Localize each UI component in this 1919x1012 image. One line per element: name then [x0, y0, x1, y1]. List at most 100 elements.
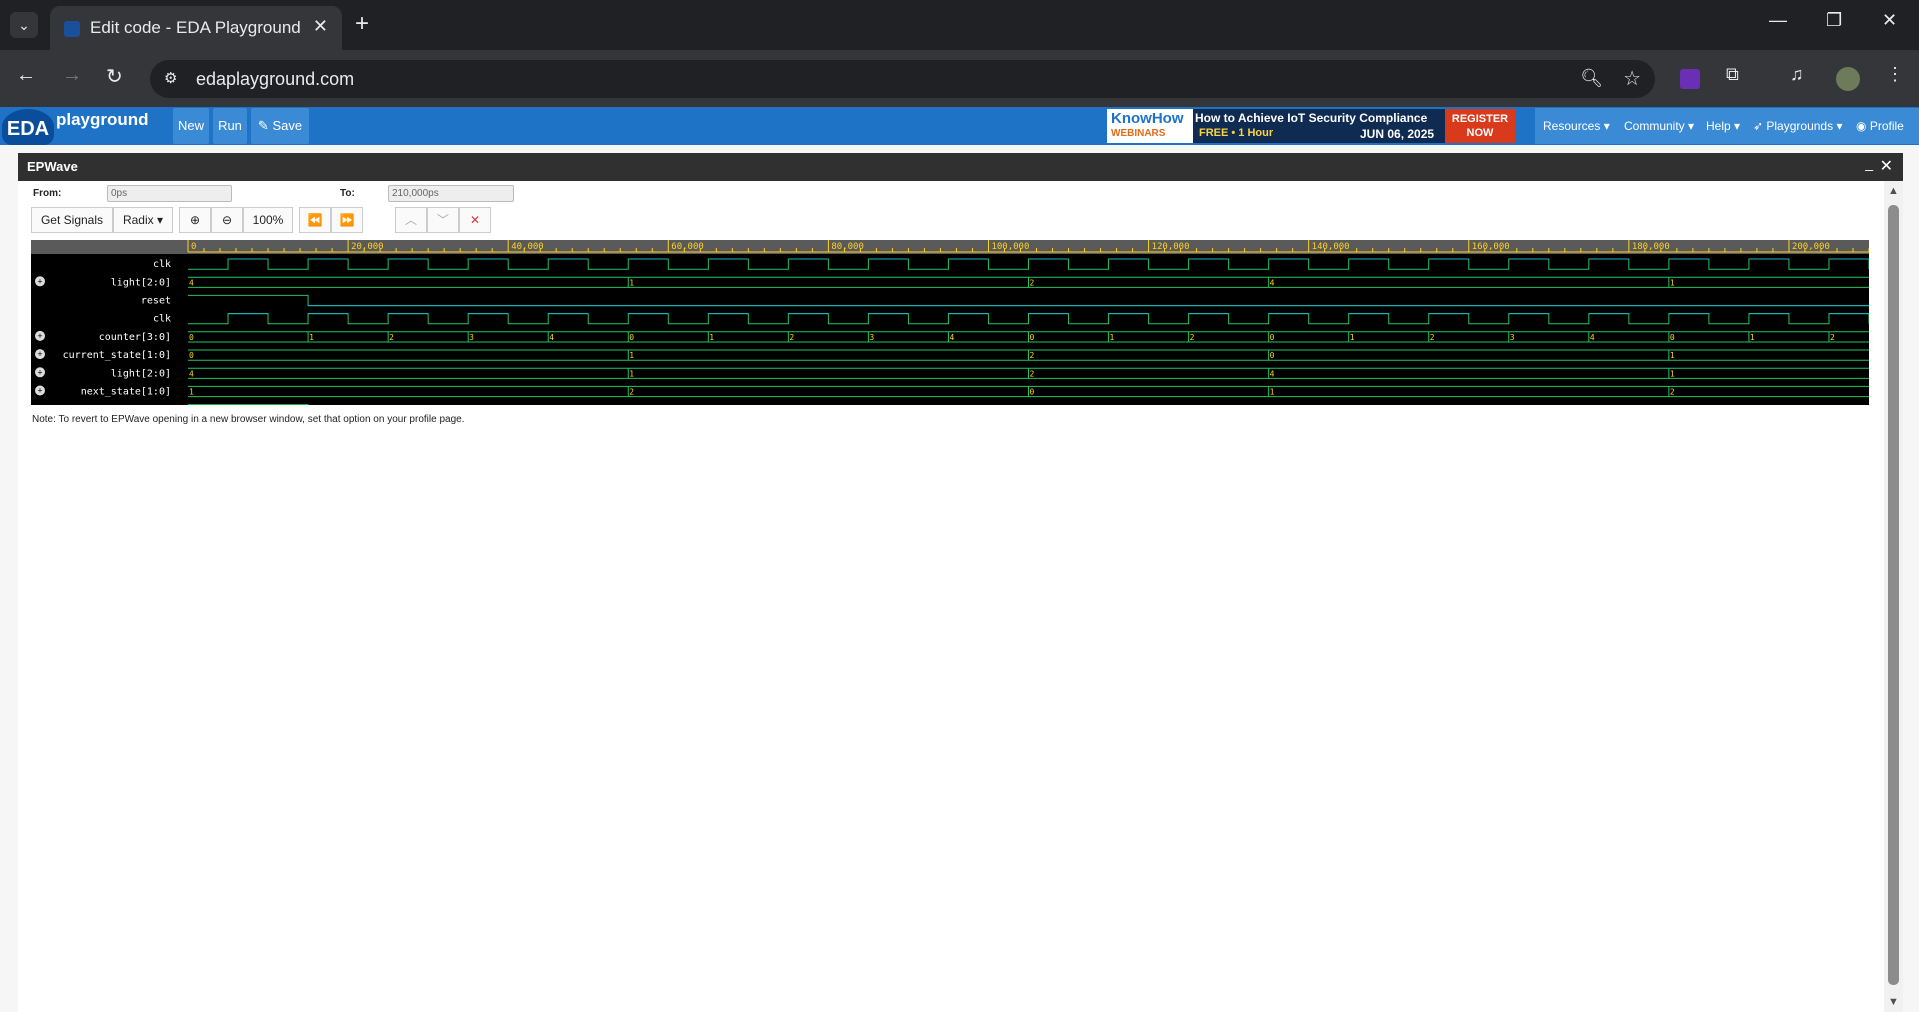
minimize-modal-icon[interactable]: _	[1865, 155, 1873, 171]
close-modal-icon[interactable]: ✕	[1880, 156, 1893, 176]
scroll-down-icon[interactable]: ▼	[1888, 996, 1899, 1008]
tab-search-chevron-icon[interactable]: ⌄	[10, 12, 38, 38]
move-signal-up-icon[interactable]: ︿	[395, 207, 427, 233]
bus-value-label: 1	[1270, 388, 1275, 397]
ad-register-button[interactable]: REGISTER NOW	[1445, 109, 1515, 143]
expand-plus-glyph: +	[37, 349, 42, 359]
bus-value-label: 1	[709, 333, 714, 342]
community-label: Community	[1624, 119, 1685, 133]
bus-value-label: 4	[189, 369, 194, 378]
extension-purple-icon[interactable]	[1680, 69, 1700, 89]
jump-start-icon[interactable]: ⏪	[299, 207, 331, 233]
bus-value-label: 0	[629, 333, 634, 342]
eda-logo[interactable]: EDA	[2, 109, 54, 145]
waveform-viewer[interactable]: 0 20,000 40,000 60,000 80,000 100,000 120,000 1…	[31, 240, 1869, 405]
url-text[interactable]: edaplayground.com	[196, 69, 354, 90]
bus-value-label: 4	[949, 333, 954, 342]
zoom-magnifier-icon[interactable]: 🔍︎	[1580, 68, 1603, 89]
eda-logo-text[interactable]: playground	[56, 110, 149, 130]
forward-arrow-icon[interactable]: →	[62, 64, 82, 87]
new-tab-plus-icon[interactable]: +	[355, 10, 369, 38]
signal-name: reset	[141, 296, 171, 307]
bus-value-label: 3	[1510, 333, 1515, 342]
zoom-out-icon[interactable]: ⊖	[211, 207, 243, 233]
profile-avatar[interactable]	[1836, 67, 1860, 91]
bus-value-label: 2	[1670, 388, 1675, 397]
bus-value-label: 1	[1670, 369, 1675, 378]
modal-scrollbar[interactable]: ▲ ▼	[1884, 181, 1903, 1012]
extensions-puzzle-icon[interactable]: ⧉	[1726, 64, 1739, 85]
ruler-label: 120,000	[1152, 242, 1190, 252]
community-menu[interactable]: Community ▾	[1616, 108, 1703, 144]
ad-brand-name: KnowHow	[1111, 110, 1184, 127]
site-info-icon[interactable]: ⚙	[164, 69, 177, 87]
address-bar[interactable]: ⚙ edaplayground.com 🔍︎ ☆	[150, 60, 1655, 98]
bus-value-label: 2	[1430, 333, 1435, 342]
tab-favicon-icon	[64, 21, 80, 37]
resources-menu[interactable]: Resources ▾	[1535, 108, 1618, 144]
bus-value-label: 0	[1030, 333, 1035, 342]
move-signal-down-icon[interactable]: ﹀	[427, 207, 459, 233]
bookmark-star-icon[interactable]: ☆	[1623, 66, 1641, 91]
browser-tab[interactable]: Edit code - EDA Playground ✕	[50, 6, 342, 50]
bus-value-label: 0	[1670, 333, 1675, 342]
bus-value-label: 1	[1110, 333, 1115, 342]
browser-menu-kebab-icon[interactable]: ⋮	[1886, 64, 1904, 85]
signal-name: clk	[153, 259, 171, 270]
bus-value-label: 1	[1350, 333, 1355, 342]
save-label: Save	[272, 118, 303, 133]
radix-dropdown[interactable]: Radix ▾	[113, 207, 173, 233]
bus-value-label: 2	[1830, 333, 1835, 342]
bus-value-label: 1	[1670, 278, 1675, 287]
ruler-label: 100,000	[991, 242, 1029, 252]
zoom-level[interactable]: 100%	[243, 207, 293, 233]
ruler-label: 160,000	[1472, 242, 1510, 252]
ruler-label: 140,000	[1312, 242, 1350, 252]
scroll-thumb[interactable]	[1888, 205, 1899, 985]
epwave-note: Note: To revert to EPWave opening in a n…	[32, 414, 465, 425]
bus-value-label: 2	[389, 333, 394, 342]
bus-value-label: 4	[549, 333, 554, 342]
media-queue-icon[interactable]: ♫	[1790, 64, 1804, 85]
signal-name: next_state[1:0]	[81, 387, 171, 398]
from-input[interactable]: 0ps	[107, 185, 232, 202]
bus-value-label: 1	[629, 351, 634, 360]
clock-wave	[188, 313, 1869, 325]
bus-value-label: 3	[869, 333, 874, 342]
bus-value-label: 0	[1030, 388, 1035, 397]
profile-menu[interactable]: ◉ Profile ▾	[1848, 108, 1919, 169]
zoom-in-icon[interactable]: ⊕	[179, 207, 211, 233]
ruler-label: 0	[191, 242, 196, 252]
from-label: From:	[33, 188, 62, 199]
minimize-window-icon[interactable]: —	[1769, 10, 1787, 31]
bus-value-label: 2	[1030, 369, 1035, 378]
signal-name: light[2:0]	[111, 368, 171, 379]
jump-end-icon[interactable]: ⏩	[331, 207, 363, 233]
back-arrow-icon[interactable]: ←	[16, 64, 36, 87]
knowhow-ad-banner[interactable]: KnowHow WEBINARS How to Achieve IoT Secur…	[1107, 109, 1515, 143]
bus-value-label: 1	[1750, 333, 1755, 342]
to-input[interactable]: 210,000ps	[388, 185, 514, 202]
ad-brand-sub: WEBINARS	[1111, 128, 1166, 139]
ruler-label: 200,000	[1792, 242, 1830, 252]
restore-window-icon[interactable]: ❐	[1826, 10, 1842, 31]
playgrounds-menu[interactable]: ➶ Playgrounds ▾	[1745, 108, 1851, 144]
remove-signal-icon[interactable]: ✕	[459, 207, 491, 233]
ruler-label: 20,000	[351, 242, 384, 252]
reload-icon[interactable]: ↻	[106, 64, 123, 89]
run-button[interactable]: Run	[213, 108, 247, 144]
reset-wave	[188, 294, 1869, 307]
get-signals-button[interactable]: Get Signals	[31, 207, 113, 233]
bus-value-label: 1	[189, 388, 194, 397]
new-button[interactable]: New	[173, 108, 209, 144]
scroll-up-icon[interactable]: ▲	[1888, 185, 1899, 197]
browser-tab-bar: ⌄ Edit code - EDA Playground ✕ + — ❐ ✕	[0, 0, 1919, 50]
close-window-icon[interactable]: ✕	[1882, 10, 1897, 31]
bus-value-label: 2	[1030, 278, 1035, 287]
bus-value-label: 2	[1030, 351, 1035, 360]
save-button[interactable]: ✎ Save	[251, 108, 309, 144]
epwave-title: EPWave	[27, 159, 78, 174]
tab-close-icon[interactable]: ✕	[313, 16, 328, 37]
help-menu[interactable]: Help ▾	[1698, 108, 1749, 144]
bus-value-label: 0	[1270, 333, 1275, 342]
